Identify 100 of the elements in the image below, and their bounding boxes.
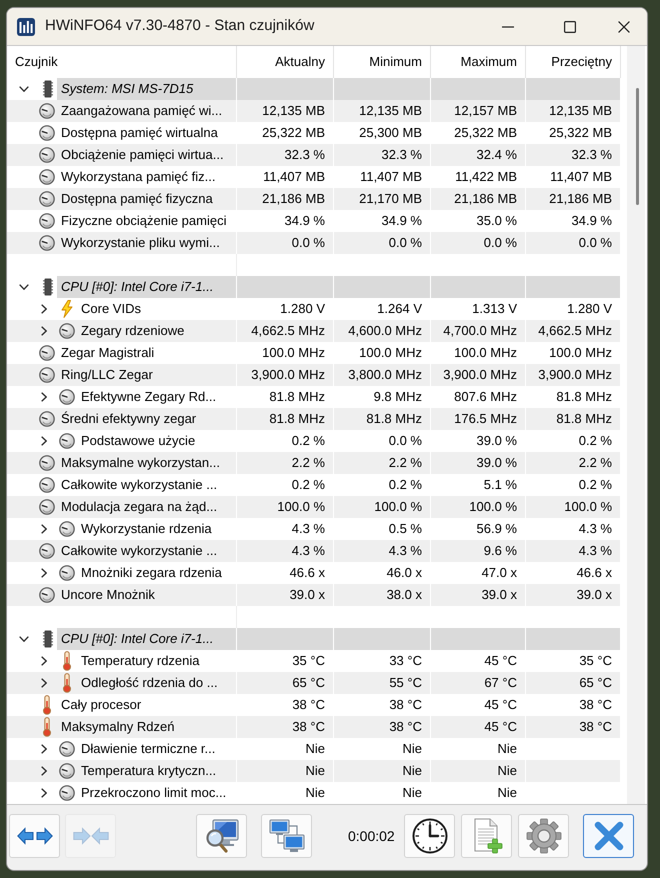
gauge-icon: [39, 235, 55, 251]
sensor-value: 0.0 %: [484, 234, 517, 252]
sensor-value: 35.0 %: [476, 212, 517, 230]
sensor-name: Efektywne Zegary Rd...: [81, 388, 216, 406]
table-row[interactable]: Zegary rdzeniowe 4,662.5 MHz 4,600.0 MHz 4,700.0 MHz 4,662.5 MHz: [7, 320, 621, 342]
gauge-icon: [59, 433, 75, 449]
sensor-name: Maksymalne wykorzystan...: [61, 454, 220, 472]
sensor-value: 176.5 MHz: [454, 410, 517, 428]
sensor-name: Przekroczono limit moc...: [81, 784, 226, 802]
sensor-value: 81.8 MHz: [556, 410, 612, 428]
gauge-icon: [59, 521, 75, 537]
sensor-name: Fizyczne obciążenie pamięci: [61, 212, 226, 230]
table-row[interactable]: Uncore Mnożnik 39.0 x 38.0 x 39.0 x 39.0 x: [7, 584, 621, 606]
sensor-value: 100.0 MHz: [262, 344, 325, 362]
sensor-value: 4,700.0 MHz: [443, 322, 517, 340]
sensor-value: 12,135 MB: [549, 102, 612, 120]
gauge-icon: [39, 103, 55, 119]
sensor-value: 3,900.0 MHz: [538, 366, 612, 384]
sensor-value: 2.2 %: [292, 454, 325, 472]
chevron-down-icon[interactable]: [19, 86, 29, 92]
chevron-right-icon[interactable]: [41, 656, 47, 666]
network-button[interactable]: [261, 814, 312, 858]
sensor-value: 39.0 x: [290, 586, 325, 604]
chevron-right-icon[interactable]: [41, 678, 47, 688]
sensor-name: Dostępna pamięć fizyczna: [61, 190, 213, 208]
sensor-name: Zaangażowana pamięć wi...: [61, 102, 222, 120]
sensor-value: 0.5 %: [388, 520, 422, 538]
table-row[interactable]: Średni efektywny zegar 81.8 MHz 81.8 MHz 176.5 MHz 81.8 MHz: [7, 408, 621, 430]
app-logo-icon: [17, 18, 35, 36]
table-row[interactable]: Odległość rdzenia do ... 65 °C 55 °C 67 °C 65 °C: [7, 672, 621, 694]
sensor-value: 1.313 V: [472, 300, 517, 318]
chevron-right-icon[interactable]: [41, 788, 47, 798]
sensor-value: 9.8 MHz: [374, 388, 422, 406]
chevron-right-icon[interactable]: [41, 304, 47, 314]
sensor-name: Wykorzystana pamięć fiz...: [61, 168, 216, 186]
sensor-value: 12,135 MB: [359, 102, 422, 120]
scrollbar-thumb[interactable]: [636, 88, 639, 205]
sensor-name: Cały procesor: [61, 696, 142, 714]
sensor-value: 9.6 %: [484, 542, 517, 560]
chevron-down-icon[interactable]: [19, 284, 29, 290]
settings-button[interactable]: [518, 814, 569, 858]
clock-button[interactable]: [404, 814, 455, 858]
chevron-right-icon[interactable]: [41, 766, 47, 776]
sensor-name: Odległość rdzenia do ...: [81, 674, 218, 692]
sensor-value: 46.0 x: [386, 564, 422, 582]
chevron-right-icon[interactable]: [41, 568, 47, 578]
elapsed-time: 0:00:02: [348, 826, 396, 846]
sensor-value: 4.3 %: [578, 542, 612, 560]
sensor-value: 100.0 %: [277, 498, 325, 516]
sensor-value: 21,186 MB: [454, 190, 517, 208]
table-row[interactable]: Obciążenie pamięci wirtua... 32.3 % 32.3 % 32.4 % 32.3 %: [7, 144, 621, 166]
sensor-name: Podstawowe użycie: [81, 432, 196, 450]
sensor-value: 4,600.0 MHz: [348, 322, 422, 340]
table-row[interactable]: Wykorzystanie pliku wymi... 0.0 % 0.0 % 0.0 % 0.0 %: [7, 232, 621, 254]
clock-icon: [412, 818, 448, 854]
gauge-icon: [39, 213, 55, 229]
table-row[interactable]: Temperatura krytyczn... Nie Nie Nie: [7, 760, 621, 782]
sensor-name: Wykorzystanie rdzenia: [81, 520, 212, 538]
window-title: HWiNFO64 v7.30-4870 - Stan czujników: [45, 16, 314, 36]
table-row[interactable]: Modulacja zegara na żąd... 100.0 % 100.0 % 100.0 % 100.0 %: [7, 496, 621, 518]
sensor-name: Obciążenie pamięci wirtua...: [61, 146, 224, 164]
table-row[interactable]: Zaangażowana pamięć wi... 12,135 MB 12,135 MB 12,157 MB 12,135 MB: [7, 100, 621, 122]
sensor-value: 0.0 %: [578, 234, 612, 252]
close-button[interactable]: [583, 814, 634, 858]
sensor-value: 12,135 MB: [262, 102, 325, 120]
sensor-value: 25,300 MB: [359, 124, 422, 142]
table-row[interactable]: Maksymalne wykorzystan... 2.2 % 2.2 % 39.0 % 2.2 %: [7, 452, 621, 474]
sensor-value: 100.0 MHz: [359, 344, 422, 362]
chevron-right-icon[interactable]: [41, 392, 47, 402]
sensor-value: 47.0 x: [482, 564, 517, 582]
group-title[interactable]: CPU [#0]: Intel Core i7-1...: [57, 276, 236, 298]
gauge-icon: [39, 191, 55, 207]
expand-button[interactable]: [9, 814, 60, 858]
chevron-right-icon[interactable]: [41, 326, 47, 336]
sensor-value: Nie: [497, 740, 517, 758]
sensor-value: 81.8 MHz: [366, 410, 422, 428]
chevron-right-icon[interactable]: [41, 436, 47, 446]
chevron-down-icon[interactable]: [19, 636, 29, 642]
chevron-right-icon[interactable]: [41, 744, 47, 754]
sensor-value: 56.9 %: [476, 520, 517, 538]
sensor-value: 38 °C: [579, 696, 612, 714]
group-title[interactable]: CPU [#0]: Intel Core i7-1...: [57, 628, 236, 650]
sensor-value: 4.3 %: [292, 542, 325, 560]
table-row[interactable]: Całkowite wykorzystanie ... 4.3 % 4.3 % 9.6 % 4.3 %: [7, 540, 621, 562]
sensor-value: 0.2 %: [292, 432, 325, 450]
sensor-name: Temperatury rdzenia: [81, 652, 200, 670]
sensor-name: Ring/LLC Zegar: [61, 366, 153, 384]
monitor-button[interactable]: [196, 814, 247, 858]
sensor-value: 46.6 x: [576, 564, 612, 582]
sensor-value: 81.8 MHz: [556, 388, 612, 406]
table-row[interactable]: Maksymalny Rdzeń 38 °C 38 °C 45 °C 38 °C: [7, 716, 621, 738]
table-row[interactable]: Dostępna pamięć fizyczna 21,186 MB 21,170 MB 21,186 MB 21,186 MB: [7, 188, 621, 210]
log-button[interactable]: [461, 814, 512, 858]
chevron-right-icon[interactable]: [41, 524, 47, 534]
arrows-out-icon: [16, 827, 52, 845]
sensor-name: Modulacja zegara na żąd...: [61, 498, 218, 516]
table-row[interactable]: Ring/LLC Zegar 3,900.0 MHz 3,800.0 MHz 3,900.0 MHz 3,900.0 MHz: [7, 364, 621, 386]
gauge-icon: [59, 565, 75, 581]
group-title[interactable]: System: MSI MS-7D15: [57, 78, 236, 100]
sensor-value: 100.0 %: [564, 498, 612, 516]
